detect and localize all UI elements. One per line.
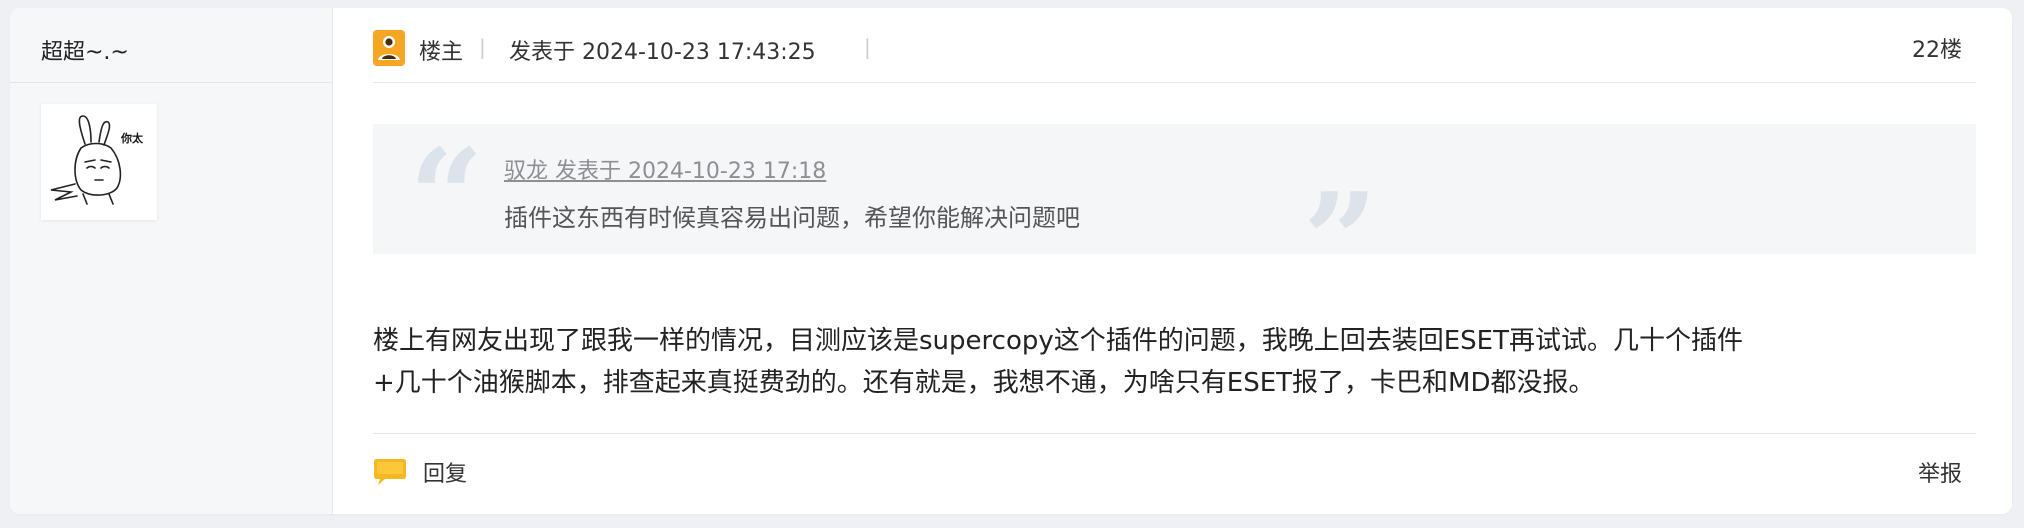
meta-separator: | [479, 35, 486, 59]
floor-number[interactable]: 22楼 [1912, 32, 1962, 64]
close-quote-icon: ” [1303, 164, 1378, 317]
quote-source-link[interactable]: 驭龙 发表于 2024-10-23 17:18 [504, 153, 826, 185]
user-badge-icon [373, 30, 405, 66]
forum-post: 超超~.~ 你太 楼主 | 发表于 2024-10-23 17:43:25 | … [10, 8, 2012, 514]
author-name[interactable]: 超超~.~ [41, 34, 129, 66]
meta-separator: | [864, 35, 871, 59]
author-header: 超超~.~ [10, 8, 332, 83]
author-sidebar: 超超~.~ 你太 [10, 8, 333, 514]
post-body-line: +几十个油猴脚本，排查起来真挺费劲的。还有就是，我想不通，为啥只有ESET报了，… [373, 368, 1595, 398]
report-button[interactable]: 举报 [1918, 456, 1962, 488]
avatar[interactable]: 你太 [41, 104, 157, 220]
reply-button[interactable]: 回复 [423, 456, 467, 488]
avatar-caption: 你太 [120, 131, 144, 145]
chat-bubble-icon[interactable] [373, 456, 407, 490]
post-footer: 回复 举报 [373, 433, 1976, 504]
op-label: 楼主 [419, 40, 464, 65]
post-main: 楼主 | 发表于 2024-10-23 17:43:25 | 22楼 “ 驭龙 … [333, 8, 2012, 514]
bunny-avatar-icon: 你太 [50, 115, 144, 205]
post-timestamp: 发表于 2024-10-23 17:43:25 [509, 40, 816, 65]
post-body: 楼上有网友出现了跟我一样的情况，目测应该是supercopy这个插件的问题，我晚… [373, 320, 1973, 404]
post-meta: 楼主 | 发表于 2024-10-23 17:43:25 | 22楼 [373, 8, 1976, 83]
quote-block: “ 驭龙 发表于 2024-10-23 17:18 插件这东西有时候真容易出问题… [373, 124, 1976, 306]
quote-text: 插件这东西有时候真容易出问题，希望你能解决问题吧 [504, 204, 1080, 232]
post-body-line: 楼上有网友出现了跟我一样的情况，目测应该是supercopy这个插件的问题，我晚… [373, 326, 1743, 356]
open-quote-icon: “ [409, 120, 484, 273]
